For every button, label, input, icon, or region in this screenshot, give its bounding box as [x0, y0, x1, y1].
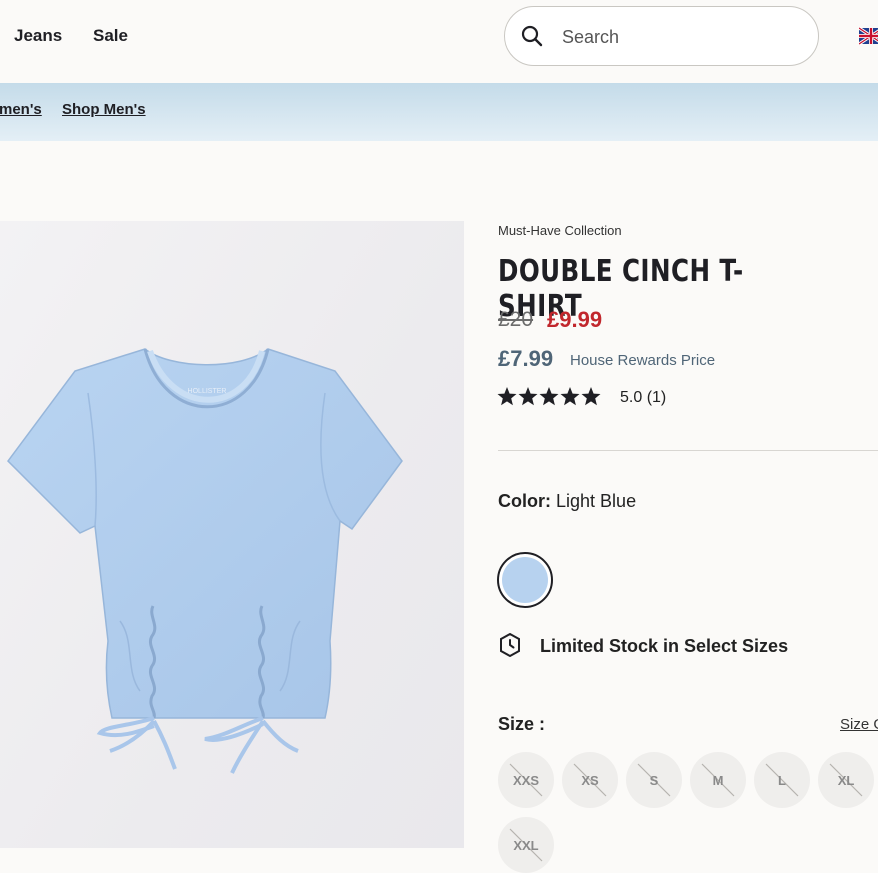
search-input[interactable] — [560, 21, 804, 53]
search-box[interactable] — [504, 6, 819, 66]
sale-price: £9.99 — [547, 307, 603, 332]
size-option-label: L — [778, 772, 786, 788]
size-option-label: M — [712, 772, 724, 788]
color-value: Light Blue — [556, 491, 637, 511]
rewards-price: £7.99 — [498, 346, 554, 371]
size-label: Size : — [498, 714, 546, 734]
size-option-s[interactable]: S — [626, 752, 682, 808]
site-header: Jeans Sale — [0, 0, 878, 83]
size-option-label: XXL — [513, 837, 539, 853]
collection-name: Must-Have Collection — [498, 223, 622, 238]
color-swatch-light-blue[interactable] — [497, 552, 553, 608]
search-icon — [521, 25, 543, 47]
size-option-m[interactable]: M — [690, 752, 746, 808]
size-guide-link[interactable]: Size G — [840, 716, 878, 733]
size-option-xxs[interactable]: XXS — [498, 752, 554, 808]
size-option-xs[interactable]: XS — [562, 752, 618, 808]
star-icon — [518, 387, 538, 406]
nav-jeans[interactable]: Jeans — [14, 26, 62, 46]
size-option-xl[interactable]: XL — [818, 752, 874, 808]
rating-stars[interactable] — [497, 386, 601, 408]
star-icon — [497, 387, 517, 406]
size-option-label: XS — [581, 772, 599, 788]
color-label: Color: — [498, 491, 551, 511]
color-row: Color: Light Blue — [498, 491, 636, 512]
size-option-label: S — [649, 772, 659, 788]
rewards-label[interactable]: House Rewards Price — [570, 352, 715, 369]
promo-bar: men's Shop Men's — [0, 83, 878, 141]
original-price: £20 — [498, 308, 534, 331]
size-option-l[interactable]: L — [754, 752, 810, 808]
stock-message: Limited Stock in Select Sizes — [540, 636, 789, 656]
star-icon — [581, 387, 601, 406]
tshirt-image: HOLLISTER — [7, 348, 403, 774]
star-icon — [539, 387, 559, 406]
shop-mens-link[interactable]: Shop Men's — [62, 101, 146, 118]
divider — [498, 450, 878, 451]
star-icon — [560, 387, 580, 406]
shop-womens-link[interactable]: men's — [0, 101, 42, 118]
swatch-fill — [502, 557, 548, 603]
product-title: DOUBLE CINCH T-SHIRT — [498, 254, 744, 324]
rating-text[interactable]: 5.0 (1) — [620, 389, 666, 407]
nav-sale[interactable]: Sale — [93, 26, 128, 46]
size-option-label: XL — [837, 772, 855, 788]
size-option-xxl[interactable]: XXL — [498, 817, 554, 873]
size-option-label: XXS — [512, 772, 539, 788]
svg-text:HOLLISTER: HOLLISTER — [188, 388, 227, 395]
clock-icon — [500, 633, 520, 657]
product-image[interactable]: HOLLISTER — [0, 221, 464, 848]
uk-flag-icon[interactable] — [859, 27, 878, 45]
